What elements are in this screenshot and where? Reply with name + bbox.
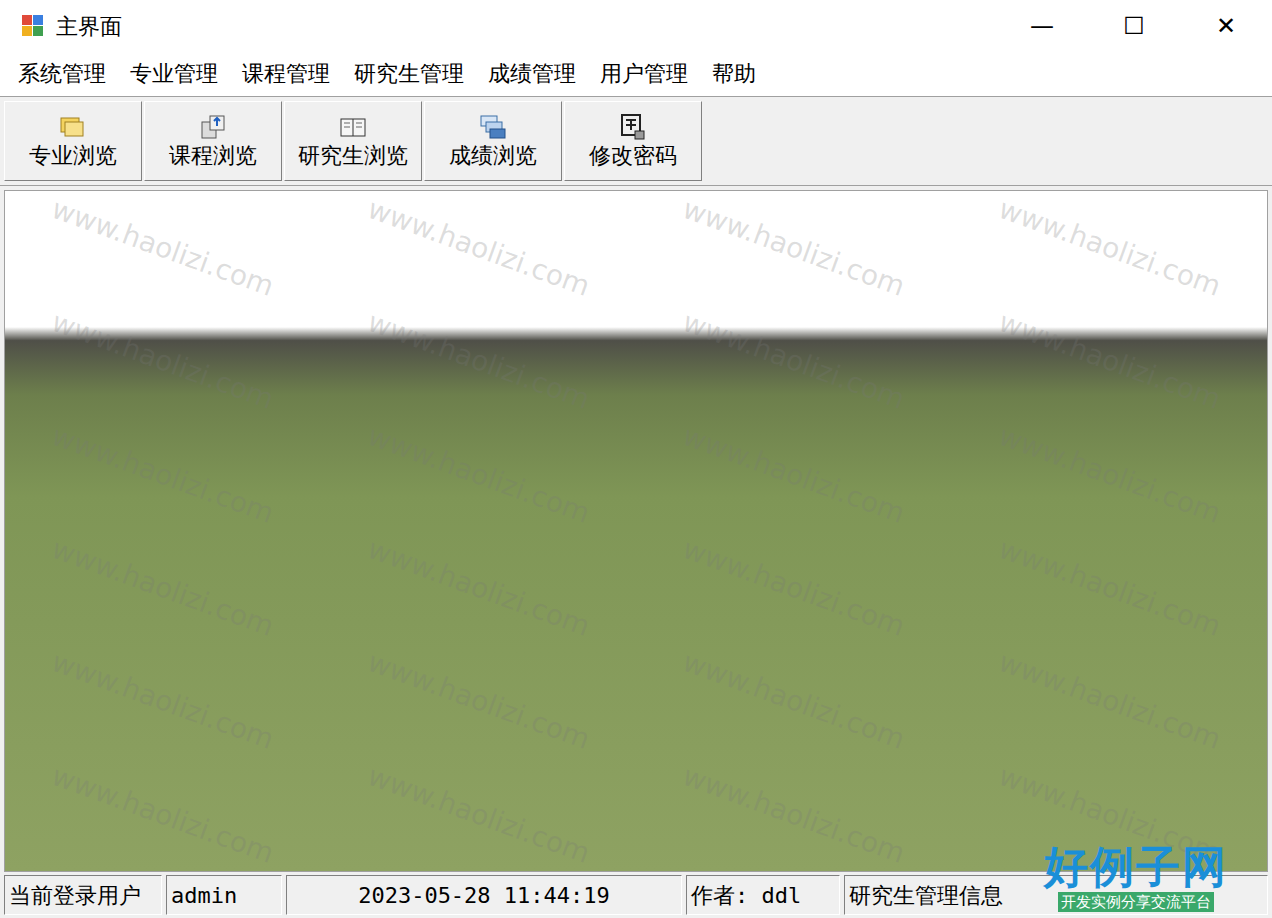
status-panel: admin [166,875,282,915]
watermark-text: www.haolizi.com [626,594,961,808]
menu-item[interactable]: 系统管理 [6,58,118,90]
watermark-text: www.haolizi.com [311,707,646,872]
course-icon [198,112,228,142]
watermark-text: www.haolizi.com [626,254,961,468]
watermark-text: www.haolizi.com [311,190,646,355]
site-logo: 好例子网开发实例分享交流平台 [1044,842,1228,912]
watermark-text: www.haolizi.com [942,367,1268,581]
app-icon [20,13,46,39]
book-icon [338,112,368,142]
watermark-text: www.haolizi.com [311,594,646,808]
watermark-text: www.haolizi.com [4,707,330,872]
window-control-button[interactable]: — [996,0,1088,52]
window-title: 主界面 [56,10,122,43]
watermark-text: www.haolizi.com [942,254,1268,468]
window-control-button[interactable]: ☐ [1088,0,1180,52]
menu-item[interactable]: 用户管理 [588,58,700,90]
status-panel: 当前登录用户 [4,875,162,915]
watermark-text: www.haolizi.com [942,480,1268,694]
watermark-text: www.haolizi.com [626,367,961,581]
menu-item[interactable]: 研究生管理 [342,58,476,90]
watermark-text: www.haolizi.com [4,594,330,808]
menu-item[interactable]: 专业管理 [118,58,230,90]
watermark-text: www.haolizi.com [942,594,1268,808]
watermark-text: www.haolizi.com [311,254,646,468]
window-control-button[interactable]: ✕ [1180,0,1272,52]
watermark-text: www.haolizi.com [311,367,646,581]
windows-icon [478,112,508,142]
title-bar: 主界面 —☐✕ [0,0,1272,52]
watermark-text: www.haolizi.com [311,480,646,694]
toolbar-button[interactable]: 成绩浏览 [424,101,562,181]
toolbar-button[interactable]: 专业浏览 [4,101,142,181]
folder-icon [58,112,88,142]
watermark-text: www.haolizi.com [4,480,330,694]
menu-item[interactable]: 课程管理 [230,58,342,90]
toolbar-button[interactable]: 修改密码 [564,101,702,181]
status-panel: 2023-05-28 11:44:19 [286,875,682,915]
status-panel: 作者: ddl [686,875,840,915]
menu-item[interactable]: 帮助 [700,58,768,90]
background-picture: www.haolizi.comwww.haolizi.comwww.haoliz… [4,190,1268,872]
watermark-text: www.haolizi.com [626,707,961,872]
toolbar: 专业浏览课程浏览研究生浏览成绩浏览修改密码 [0,96,1272,186]
watermark-text: www.haolizi.com [942,190,1268,355]
watermark-text: www.haolizi.com [4,254,330,468]
main-window: 主界面—☐✕系统管理专业管理课程管理研究生管理成绩管理用户管理帮助专业浏览课程浏… [0,0,1272,918]
watermark-text: www.haolizi.com [4,190,330,355]
watermark-text: www.haolizi.com [4,367,330,581]
toolbar-button[interactable]: 课程浏览 [144,101,282,181]
menu-item[interactable]: 成绩管理 [476,58,588,90]
watermark-text: www.haolizi.com [626,480,961,694]
toolbar-button[interactable]: 研究生浏览 [284,101,422,181]
password-icon [618,112,648,142]
menu-bar: 系统管理专业管理课程管理研究生管理成绩管理用户管理帮助 [0,52,1272,96]
watermark-text: www.haolizi.com [626,190,961,355]
